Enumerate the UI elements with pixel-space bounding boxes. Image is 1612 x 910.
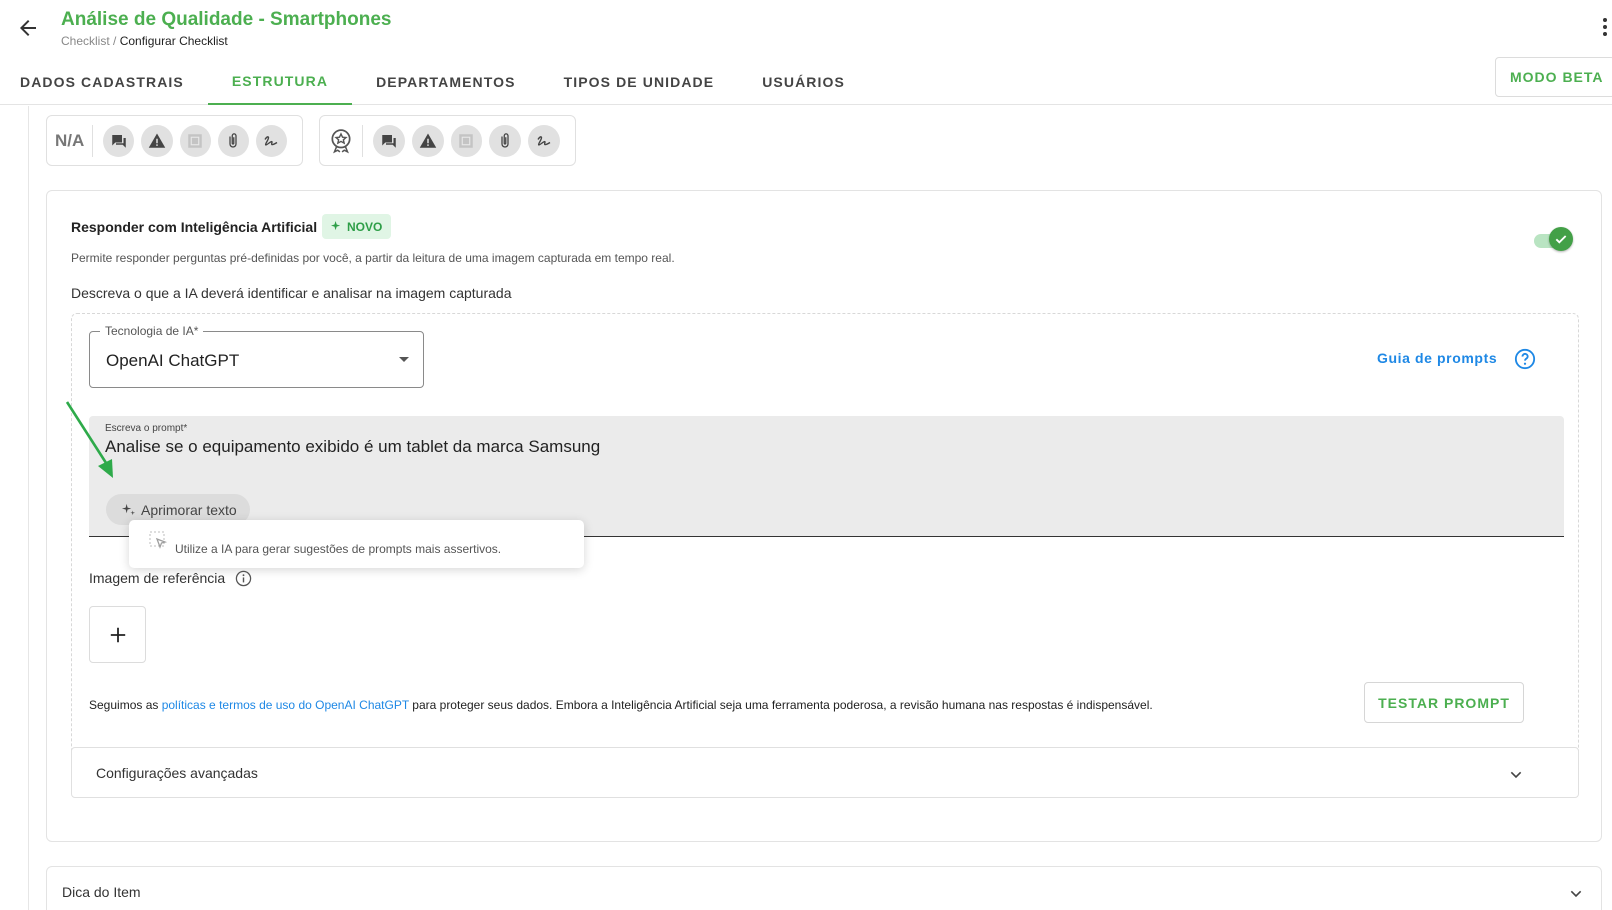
policy-suffix: para proteger seus dados. Embora a Intel… (408, 698, 1153, 712)
ai-technology-value: OpenAI ChatGPT (106, 351, 240, 370)
test-prompt-button[interactable]: TESTAR PROMPT (1364, 682, 1524, 723)
ai-technology-label: Tecnologia de IA* (100, 324, 204, 338)
signature-icon[interactable] (255, 124, 287, 157)
prompt-value: Analise se o equipamento exibido é um ta… (105, 437, 601, 456)
tab-bar: DADOS CADASTRAIS ESTRUTURA DEPARTAMENTOS… (0, 58, 869, 105)
prompt-guide-link[interactable]: Guia de prompts (1377, 350, 1497, 366)
warning-icon[interactable] (141, 124, 173, 157)
star-badge-icon[interactable] (328, 124, 363, 157)
ai-config-panel: Tecnologia de IA* OpenAI ChatGPT Guia de… (71, 313, 1579, 757)
check-icon (1549, 227, 1573, 251)
breadcrumb-separator: / (109, 34, 120, 48)
image-icon[interactable] (450, 124, 483, 157)
breadcrumb: Checklist / Configurar Checklist (61, 34, 228, 48)
annotation-arrow-icon (65, 401, 113, 478)
improve-text-label: Aprimorar texto (141, 501, 237, 518)
cursor-select-icon (149, 531, 168, 549)
add-reference-image-button[interactable] (89, 606, 146, 663)
sparkle-icon (331, 221, 341, 231)
beta-mode-button[interactable]: MODO BETA (1495, 57, 1612, 97)
policy-notice: Seguimos as políticas e termos de uso do… (89, 698, 1153, 712)
response-options-group-na: N/A (46, 115, 303, 166)
policy-link[interactable]: políticas e termos de uso do OpenAI Chat… (162, 698, 409, 712)
na-label[interactable]: N/A (55, 124, 94, 157)
page-title: Análise de Qualidade - Smartphones (61, 9, 392, 30)
dropdown-caret-icon (399, 357, 409, 362)
new-badge-label: NOVO (347, 219, 383, 234)
tab-tipos-de-unidade[interactable]: TIPOS DE UNIDADE (540, 58, 739, 105)
image-icon[interactable] (179, 124, 211, 157)
signature-icon[interactable] (528, 124, 560, 157)
ai-technology-select[interactable]: Tecnologia de IA* OpenAI ChatGPT (89, 324, 424, 388)
advanced-settings-label: Configurações avançadas (96, 765, 258, 781)
back-arrow-icon[interactable] (16, 16, 40, 40)
attachment-icon[interactable] (489, 124, 522, 157)
ai-response-card: Responder com Inteligência Artificial NO… (46, 190, 1602, 842)
header: Análise de Qualidade - Smartphones Check… (0, 0, 1612, 105)
item-tip-accordion[interactable]: Dica do Item (46, 866, 1602, 910)
improve-text-tooltip: Utilize a IA para gerar sugestões de pro… (129, 520, 584, 568)
ai-instructions-subtitle: Descreva o que a IA deverá identificar e… (71, 285, 512, 301)
item-tip-label: Dica do Item (62, 884, 141, 900)
chevron-down-icon (1510, 771, 1522, 779)
tab-usuarios[interactable]: USUÁRIOS (738, 58, 869, 105)
response-options-group-score (319, 115, 576, 166)
warning-icon[interactable] (411, 124, 444, 157)
reference-image-label: Imagem de referência (89, 570, 226, 586)
attachment-icon[interactable] (217, 124, 249, 157)
info-icon[interactable] (235, 570, 252, 587)
breadcrumb-current: Configurar Checklist (119, 34, 228, 48)
tab-departamentos[interactable]: DEPARTAMENTOS (352, 58, 540, 105)
plus-icon (110, 627, 125, 642)
ai-description: Permite responder perguntas pré-definida… (71, 251, 675, 265)
tab-estrutura[interactable]: ESTRUTURA (207, 58, 353, 105)
tab-dados-cadastrais[interactable]: DADOS CADASTRAIS (0, 58, 208, 105)
comment-icon[interactable] (103, 124, 135, 157)
prompt-textarea[interactable]: Escreva o prompt* Analise se o equipamen… (89, 416, 1564, 537)
page: Análise de Qualidade - Smartphones Check… (0, 0, 1612, 910)
help-icon[interactable] (1514, 348, 1536, 370)
ai-section-title: Responder com Inteligência Artificial (71, 219, 318, 235)
magic-sparkle-icon (121, 503, 136, 516)
policy-prefix: Seguimos as (89, 698, 162, 712)
chevron-down-icon (1570, 890, 1582, 898)
left-divider (28, 106, 29, 910)
advanced-settings-accordion[interactable]: Configurações avançadas (71, 747, 1579, 798)
new-badge: NOVO (322, 214, 392, 239)
more-options-icon[interactable] (1603, 18, 1609, 40)
tooltip-text: Utilize a IA para gerar sugestões de pro… (175, 542, 502, 556)
comment-icon[interactable] (373, 124, 405, 157)
ai-enable-toggle[interactable] (1532, 227, 1573, 251)
breadcrumb-root[interactable]: Checklist (61, 34, 110, 48)
